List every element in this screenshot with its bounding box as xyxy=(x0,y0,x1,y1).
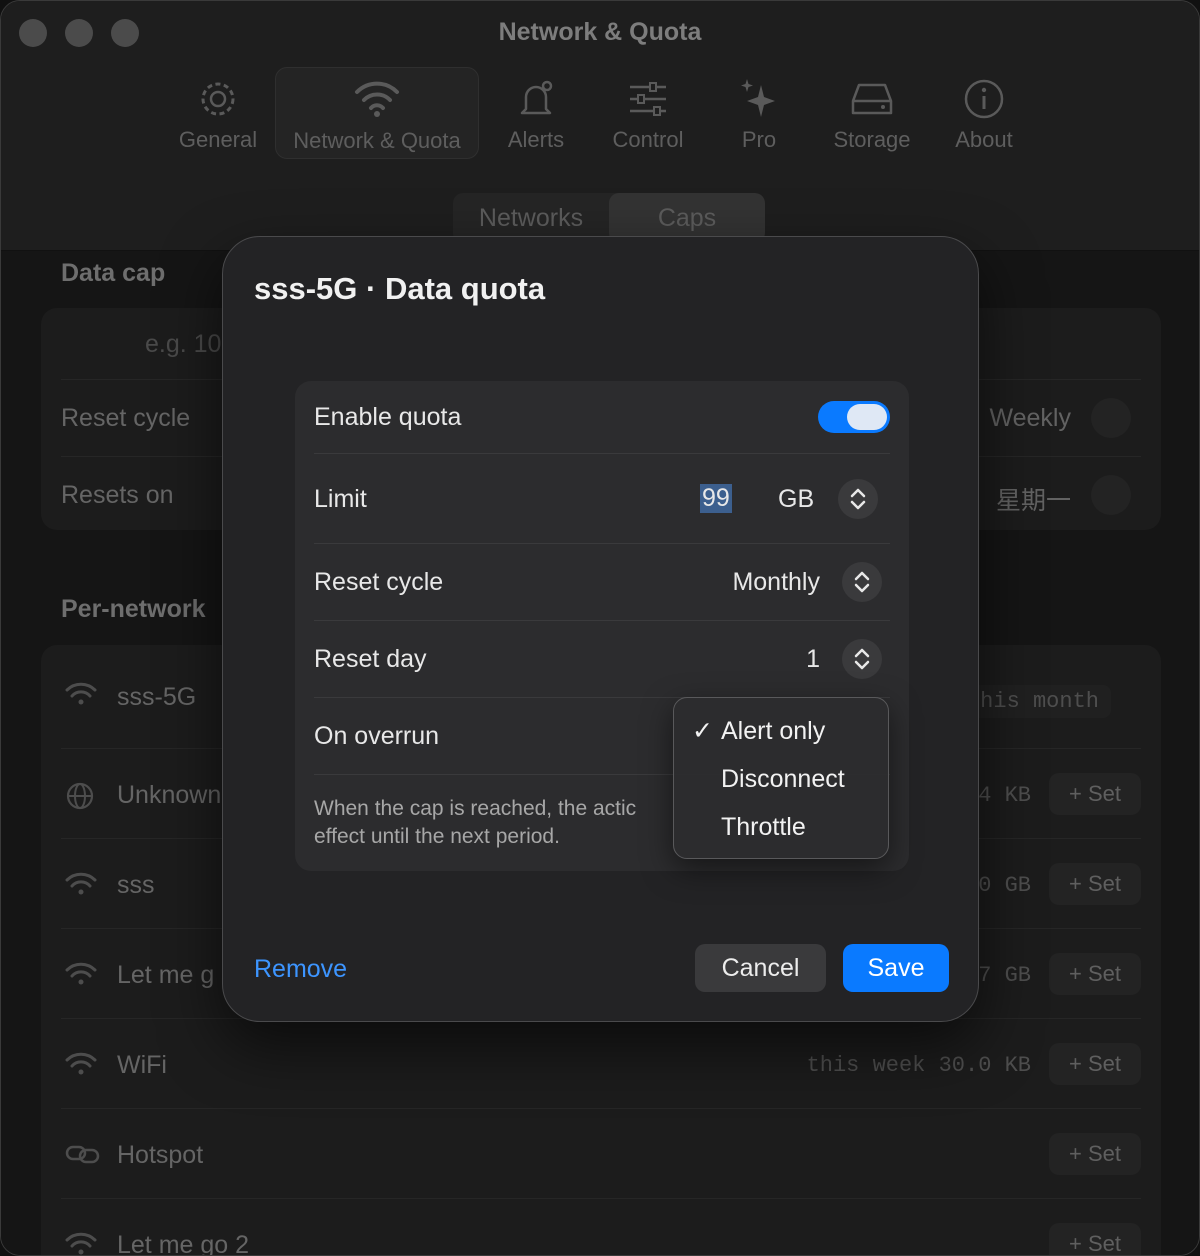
network-name: WiFi xyxy=(117,1051,167,1079)
wifi-icon xyxy=(65,962,97,985)
reset-cycle-value[interactable]: Weekly xyxy=(989,404,1071,433)
remove-button[interactable]: Remove xyxy=(254,955,347,984)
save-button[interactable]: Save xyxy=(843,944,949,992)
hint-line-2: effect until the next period. xyxy=(314,825,560,848)
toolbar-control-label: Control xyxy=(612,127,684,152)
data-quota-dialog: sss-5G · Data quota Enable quota Limit 9… xyxy=(222,236,979,1022)
checkmark-icon: ✓ xyxy=(692,717,713,745)
network-usage: this week 30.0 KB xyxy=(806,1053,1031,1078)
enable-quota-label: Enable quota xyxy=(314,403,462,431)
set-quota-button[interactable]: + Set xyxy=(1049,1133,1141,1175)
reset-day-value[interactable]: 1 xyxy=(806,645,820,674)
toolbar-storage[interactable]: Storage xyxy=(825,67,919,159)
menu-item-label: Throttle xyxy=(721,813,806,841)
reset-day-stepper[interactable] xyxy=(842,639,882,679)
globe-icon xyxy=(66,782,94,810)
set-quota-button[interactable]: + Set xyxy=(1049,1223,1141,1255)
sparkles-icon xyxy=(731,67,787,127)
toolbar-alerts-label: Alerts xyxy=(507,127,565,152)
toolbar-general-label: General xyxy=(178,127,258,152)
sliders-icon xyxy=(603,67,693,127)
chevron-updown-icon xyxy=(850,488,866,510)
network-row: Let me go 2 + Set xyxy=(61,1199,1141,1256)
toolbar-pro[interactable]: Pro xyxy=(731,67,787,159)
reset-cycle-stepper[interactable] xyxy=(1091,398,1131,438)
settings-window: Network & Quota General Network & Quota … xyxy=(0,0,1200,1256)
resets-on-stepper[interactable] xyxy=(1091,475,1131,515)
wifi-icon xyxy=(65,1052,97,1075)
wifi-icon xyxy=(65,1232,97,1255)
network-name: Let me go 2 xyxy=(117,1231,250,1256)
network-name: Unknown xyxy=(117,781,222,809)
toolbar-about[interactable]: About xyxy=(947,67,1021,159)
toolbar-pro-label: Pro xyxy=(741,127,777,152)
toolbar-network-quota[interactable]: Network & Quota xyxy=(275,67,479,159)
limit-unit: GB xyxy=(778,485,815,513)
set-quota-button[interactable]: + Set xyxy=(1049,863,1141,905)
toolbar-alerts[interactable]: Alerts xyxy=(495,67,577,159)
set-quota-button[interactable]: + Set xyxy=(1049,1043,1141,1085)
network-usage: 4 KB xyxy=(978,783,1031,808)
cancel-button[interactable]: Cancel xyxy=(695,944,826,992)
limit-label: Limit xyxy=(314,485,367,513)
overrun-popup-menu: ✓ Alert only Disconnect Throttle xyxy=(673,697,889,859)
on-overrun-label: On overrun xyxy=(314,722,440,750)
menu-item-alert-only[interactable]: ✓ Alert only xyxy=(674,709,888,753)
bell-icon xyxy=(495,67,577,127)
toolbar-general[interactable]: General xyxy=(167,67,269,159)
overrun-hint: When the cap is reached, the actic effec… xyxy=(314,795,674,851)
network-usage[interactable]: his month xyxy=(968,685,1111,718)
link-icon xyxy=(65,1145,100,1164)
chevron-updown-icon xyxy=(854,648,870,670)
data-cap-heading: Data cap xyxy=(61,259,166,287)
reset-cycle-row: Reset cycle Monthly xyxy=(314,544,890,621)
limit-input[interactable]: 99 xyxy=(700,484,732,513)
network-row: WiFi this week 30.0 KB + Set xyxy=(61,1019,1141,1109)
menu-item-throttle[interactable]: Throttle xyxy=(674,805,888,849)
network-usage: 0 GB xyxy=(978,873,1031,898)
wifi-icon xyxy=(65,682,97,705)
window-title: Network & Quota xyxy=(498,18,702,46)
info-icon xyxy=(947,67,1021,127)
drive-icon xyxy=(825,67,919,127)
toolbar-about-label: About xyxy=(955,127,1013,152)
network-usage: 7 GB xyxy=(978,963,1031,988)
set-quota-button[interactable]: + Set xyxy=(1049,953,1141,995)
set-quota-button[interactable]: + Set xyxy=(1049,773,1141,815)
reset-cycle-value[interactable]: Monthly xyxy=(732,568,820,597)
reset-day-label: Reset day xyxy=(314,645,427,673)
gear-icon xyxy=(167,67,269,127)
title-bar: Network & Quota General Network & Quota … xyxy=(1,1,1199,251)
reset-cycle-stepper[interactable] xyxy=(842,562,882,602)
network-name: sss xyxy=(117,871,155,899)
toolbar-storage-label: Storage xyxy=(833,127,911,152)
cap-input[interactable]: e.g. 10 xyxy=(145,330,221,359)
hint-line-1: When the cap is reached, the actic xyxy=(314,797,637,820)
dialog-title: sss-5G · Data quota xyxy=(254,271,546,306)
enable-quota-toggle[interactable] xyxy=(818,401,890,433)
network-name: Hotspot xyxy=(117,1141,204,1169)
limit-row: Limit 99 GB xyxy=(314,454,890,544)
resets-on-value[interactable]: 星期一 xyxy=(996,481,1071,517)
unit-stepper[interactable] xyxy=(838,479,878,519)
network-row: Hotspot + Set xyxy=(61,1109,1141,1199)
per-network-heading: Per-network xyxy=(61,595,206,623)
toolbar-control[interactable]: Control xyxy=(603,67,693,159)
menu-item-disconnect[interactable]: Disconnect xyxy=(674,757,888,801)
network-name: Let me g xyxy=(117,961,215,989)
chevron-updown-icon xyxy=(854,571,870,593)
reset-cycle-label: Reset cycle xyxy=(61,404,191,432)
network-name: sss-5G xyxy=(117,683,197,711)
resets-on-label: Resets on xyxy=(61,481,174,509)
toolbar-network-quota-label: Network & Quota xyxy=(293,128,461,153)
reset-day-row: Reset day 1 xyxy=(314,621,890,698)
wifi-icon xyxy=(65,872,97,895)
menu-item-label: Disconnect xyxy=(721,765,845,793)
wifi-icon xyxy=(276,68,478,128)
menu-item-label: Alert only xyxy=(721,717,826,745)
enable-quota-row: Enable quota xyxy=(314,381,890,454)
reset-cycle-label: Reset cycle xyxy=(314,568,444,596)
